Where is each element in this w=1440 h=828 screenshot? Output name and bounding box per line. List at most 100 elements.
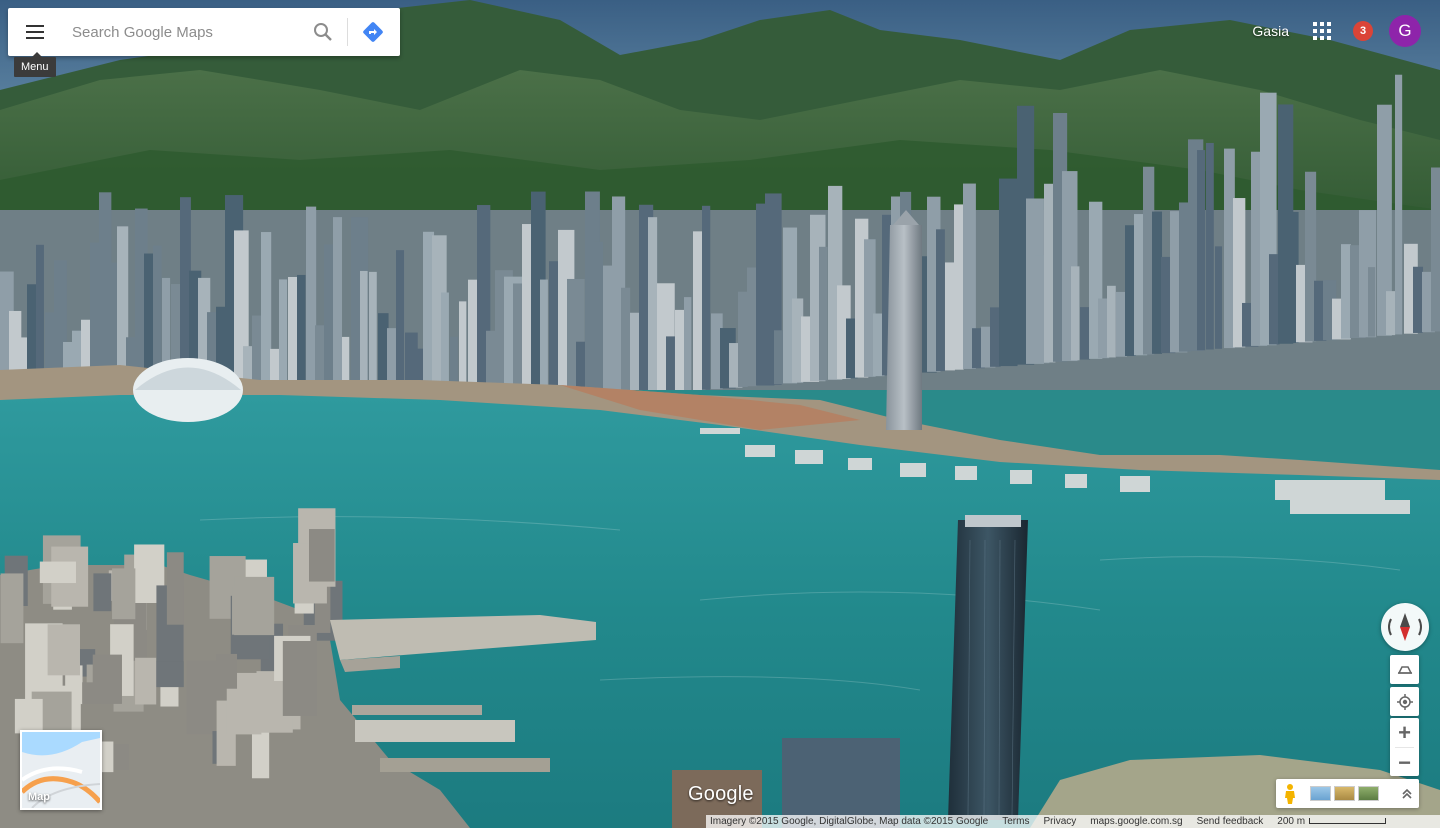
- skyline-building: [684, 297, 692, 390]
- aerial-imagery[interactable]: [0, 0, 1440, 828]
- footer-bar: Imagery ©2015 Google, DigitalGlobe, Map …: [706, 815, 1440, 828]
- notification-badge[interactable]: 3: [1353, 21, 1373, 41]
- skyline-building: [459, 301, 467, 390]
- scale-control[interactable]: 200 m: [1277, 816, 1387, 827]
- skyline-building: [747, 267, 757, 387]
- skyline-building: [441, 292, 449, 390]
- map-toggle-thumbnail[interactable]: Map: [20, 730, 102, 810]
- minimap-label: Map: [28, 791, 50, 803]
- near-building: [47, 624, 80, 676]
- skyline-building: [1341, 244, 1351, 339]
- pegman-button[interactable]: [1276, 779, 1304, 808]
- scale-bar: [1309, 818, 1387, 824]
- skyline-building: [954, 204, 964, 370]
- zoom-in-button[interactable]: +: [1390, 718, 1419, 747]
- compass-icon: [1388, 613, 1422, 641]
- search-divider: [347, 18, 348, 46]
- tilt-button[interactable]: [1390, 655, 1419, 684]
- skyline-building: [738, 291, 748, 387]
- skyline-building: [378, 313, 389, 390]
- skyline-building: [1206, 142, 1214, 350]
- near-building: [166, 552, 184, 625]
- near-building: [0, 573, 24, 644]
- skyline-building: [774, 330, 784, 385]
- crosshair-icon: [1396, 693, 1413, 710]
- zoom-controls: + −: [1390, 718, 1419, 776]
- grid-icon: [1313, 22, 1331, 40]
- skyline-building: [666, 336, 675, 390]
- apps-button[interactable]: [1311, 20, 1333, 42]
- scale-label: 200 m: [1277, 816, 1306, 827]
- skyline-building: [1107, 285, 1116, 358]
- near-building: [93, 573, 112, 612]
- near-building: [39, 561, 76, 584]
- search-box: [8, 8, 400, 56]
- imagery-attribution: Imagery ©2015 Google, DigitalGlobe, Map …: [710, 816, 989, 827]
- skyline-building: [1197, 150, 1206, 351]
- near-building: [82, 682, 101, 704]
- skyline-building: [279, 279, 288, 390]
- skyline-building: [396, 250, 405, 390]
- skyline-building: [702, 205, 711, 390]
- account-bar: Gasia 3 G: [1252, 14, 1440, 48]
- tilt-icon: [1397, 665, 1412, 674]
- near-building: [309, 529, 335, 582]
- terms-link[interactable]: Terms: [1002, 816, 1029, 827]
- username-link[interactable]: Gasia: [1252, 23, 1289, 39]
- domain-link[interactable]: maps.google.com.sg: [1090, 816, 1182, 827]
- imagery-thumbnails: [1310, 786, 1379, 801]
- near-building: [112, 568, 136, 620]
- skyline-building: [261, 232, 272, 390]
- compass-button[interactable]: [1381, 603, 1429, 651]
- skyline-building: [819, 246, 828, 381]
- imagery-thumb-1[interactable]: [1310, 786, 1331, 801]
- near-building: [232, 586, 274, 635]
- imagery-thumb-3[interactable]: [1358, 786, 1379, 801]
- magnifier-icon: [314, 23, 332, 41]
- near-building: [14, 698, 43, 734]
- imagery-thumb-2[interactable]: [1334, 786, 1355, 801]
- skyline-building: [1431, 167, 1440, 332]
- skyline-building: [360, 270, 368, 390]
- skyline-building: [945, 262, 955, 371]
- near-building: [135, 657, 157, 705]
- skyline-building: [1368, 267, 1376, 337]
- near-building: [251, 730, 270, 779]
- skyline-building: [1395, 74, 1403, 335]
- privacy-link[interactable]: Privacy: [1043, 816, 1076, 827]
- skyline-building: [1215, 246, 1223, 349]
- skyline-building: [621, 287, 631, 390]
- skyline-building: [333, 217, 343, 390]
- hamburger-icon: [26, 25, 44, 39]
- zoom-out-button[interactable]: −: [1390, 748, 1419, 777]
- skyline-building: [306, 206, 317, 390]
- skyline-building: [369, 271, 377, 390]
- skyline-building: [540, 279, 548, 390]
- avatar[interactable]: G: [1389, 15, 1421, 47]
- skyline-building: [297, 274, 306, 390]
- send-feedback-link[interactable]: Send feedback: [1197, 816, 1264, 827]
- menu-tooltip: Menu: [14, 52, 56, 77]
- map-viewport[interactable]: Menu Gasia 3 G: [0, 0, 1440, 828]
- pegman-icon: [1285, 783, 1295, 804]
- search-button[interactable]: [303, 8, 343, 56]
- skyline-building: [1386, 291, 1396, 336]
- skyline-building: [1071, 266, 1080, 361]
- directions-button[interactable]: [354, 8, 392, 56]
- skyline-building: [1080, 307, 1091, 360]
- expand-button[interactable]: [1395, 779, 1419, 808]
- skyline-building: [1413, 266, 1424, 333]
- search-input[interactable]: [62, 9, 303, 55]
- skyline-building: [648, 217, 658, 390]
- chevron-up-icon: [1402, 788, 1412, 799]
- skyline-building: [936, 229, 945, 372]
- my-location-button[interactable]: [1390, 687, 1419, 716]
- directions-diamond-icon: [363, 22, 383, 42]
- skyline-building: [1008, 288, 1016, 366]
- imagery-strip: [1276, 779, 1419, 808]
- menu-button[interactable]: [8, 8, 62, 56]
- google-logo: Google: [688, 783, 754, 805]
- skyline-building: [1152, 211, 1163, 354]
- near-building: [282, 640, 318, 716]
- skyline-building: [594, 241, 604, 390]
